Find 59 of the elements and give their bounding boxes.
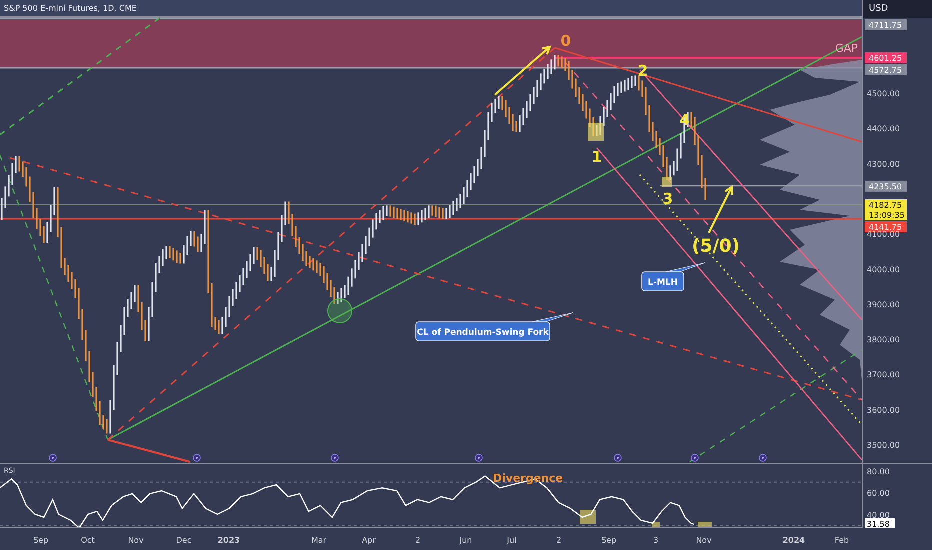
arrow: [708, 185, 734, 234]
price-tag: 4601.25: [865, 52, 907, 64]
time-label: Nov: [128, 536, 144, 545]
highlight-box: [662, 177, 672, 187]
time-label: 3: [653, 536, 659, 545]
highlight-box: [580, 510, 596, 524]
event-marker-icon[interactable]: [475, 454, 483, 462]
time-label: Nov: [696, 536, 712, 545]
event-marker-icon[interactable]: [331, 454, 339, 462]
value-tag: 31.58: [865, 518, 895, 528]
axis-label: 40.00: [867, 510, 890, 520]
event-marker-icon[interactable]: [193, 454, 201, 462]
time-label: Jul: [507, 536, 517, 545]
axis-label: 3500.00: [867, 441, 900, 450]
time-label: Apr: [362, 536, 376, 545]
axis-label: 3900.00: [867, 300, 900, 310]
time-label: 2: [415, 536, 421, 545]
callout-label: L-MLH: [642, 262, 706, 292]
axis-label: 4000.00: [867, 265, 900, 274]
event-marker-icon[interactable]: [614, 454, 622, 462]
time-label: Feb: [834, 536, 850, 545]
time-label: Sep: [33, 536, 49, 545]
axis-label: 4300.00: [867, 160, 900, 169]
wave-label: 1: [592, 148, 602, 166]
price-tag: 4572.75: [865, 64, 907, 76]
time-label: Mar: [311, 536, 327, 545]
axis-label: 4400.00: [867, 124, 900, 134]
price-tag: 4235.50: [865, 180, 907, 192]
highlight-box: [588, 123, 604, 141]
axis-label: 3800.00: [867, 336, 900, 345]
divergence-label: Divergence: [493, 472, 564, 485]
event-marker-icon[interactable]: [691, 454, 699, 462]
currency-label: USD: [869, 4, 888, 14]
axis-label: 4100.00: [867, 230, 900, 240]
wave-label: 3: [662, 190, 674, 208]
axis-label: 80.00: [867, 468, 890, 477]
time-label: 2024: [782, 536, 806, 545]
wave-label: 4: [680, 111, 690, 129]
axis-label: 60.00: [867, 489, 890, 498]
time-label: Sep: [601, 536, 617, 545]
chart-title: S&P 500 E-mini Futures, 1D, CME: [4, 4, 137, 12]
arrow: [494, 46, 552, 96]
circle-marker: [328, 298, 352, 324]
event-marker-icon[interactable]: [49, 454, 57, 462]
axis-label: 4500.00: [867, 89, 900, 98]
axis-label: 3700.00: [867, 370, 900, 380]
time-label: 2: [556, 536, 562, 545]
event-marker-icon[interactable]: [759, 454, 767, 462]
wave-label: 0: [560, 32, 572, 50]
price-tag: 4182.75 13:09:35: [865, 200, 907, 220]
wave-label: (5/0): [692, 236, 740, 257]
time-label: Oct: [81, 536, 95, 545]
time-label: Dec: [176, 536, 192, 545]
callout-label: CL of Pendulum-Swing Fork: [416, 312, 574, 342]
time-label: Jun: [460, 536, 472, 545]
price-tag: 4711.75: [865, 20, 907, 30]
axis-label: 3600.00: [867, 406, 900, 415]
price-tag: 4141.75: [865, 222, 907, 232]
time-label: 2023: [218, 536, 240, 545]
